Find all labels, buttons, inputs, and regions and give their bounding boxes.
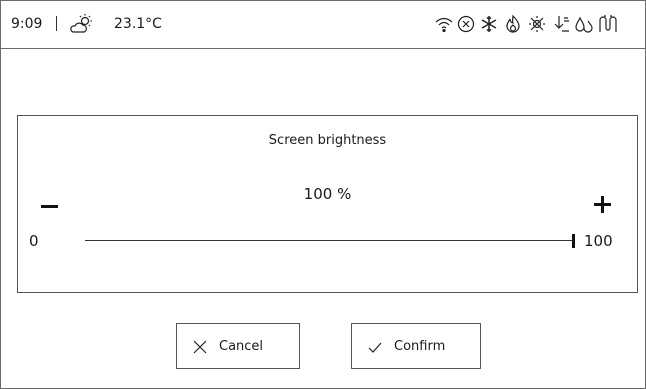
- defrost-arrow-icon: [554, 16, 569, 32]
- status-bar: 9:09 23.1°C: [1, 1, 645, 49]
- sun-crossed-icon: [529, 16, 545, 32]
- slider-max-label: 100: [584, 232, 613, 250]
- checkmark-icon: [368, 342, 382, 353]
- plus-icon-vertical: [601, 196, 604, 213]
- temperature-readout: 23.1°C: [114, 16, 162, 32]
- flame-icon: [506, 14, 520, 33]
- close-icon: [193, 340, 207, 354]
- cancel-button[interactable]: Cancel: [176, 323, 300, 369]
- wifi-icon: [435, 17, 453, 33]
- snowflake-icon: [481, 16, 497, 32]
- increase-button[interactable]: [591, 193, 615, 217]
- circle-x-icon: [457, 15, 475, 33]
- brightness-slider[interactable]: [85, 229, 575, 253]
- panel-title: Screen brightness: [268, 133, 387, 148]
- slider-min-label: 0: [29, 232, 39, 250]
- brightness-value: 100 %: [303, 185, 352, 203]
- status-divider: [56, 16, 57, 31]
- confirm-button[interactable]: Confirm: [351, 323, 481, 369]
- clock-time: 9:09: [11, 16, 43, 32]
- heating-coil-icon: [599, 15, 617, 32]
- confirm-label: Confirm: [394, 339, 446, 354]
- slider-fill: [85, 240, 575, 241]
- minus-icon: [41, 205, 58, 208]
- partly-sunny-icon: [70, 14, 92, 33]
- water-drops-icon: [575, 16, 593, 33]
- slider-thumb[interactable]: [572, 234, 575, 248]
- brightness-panel: Screen brightness 100 % 0 100: [17, 115, 638, 293]
- cancel-label: Cancel: [219, 339, 264, 354]
